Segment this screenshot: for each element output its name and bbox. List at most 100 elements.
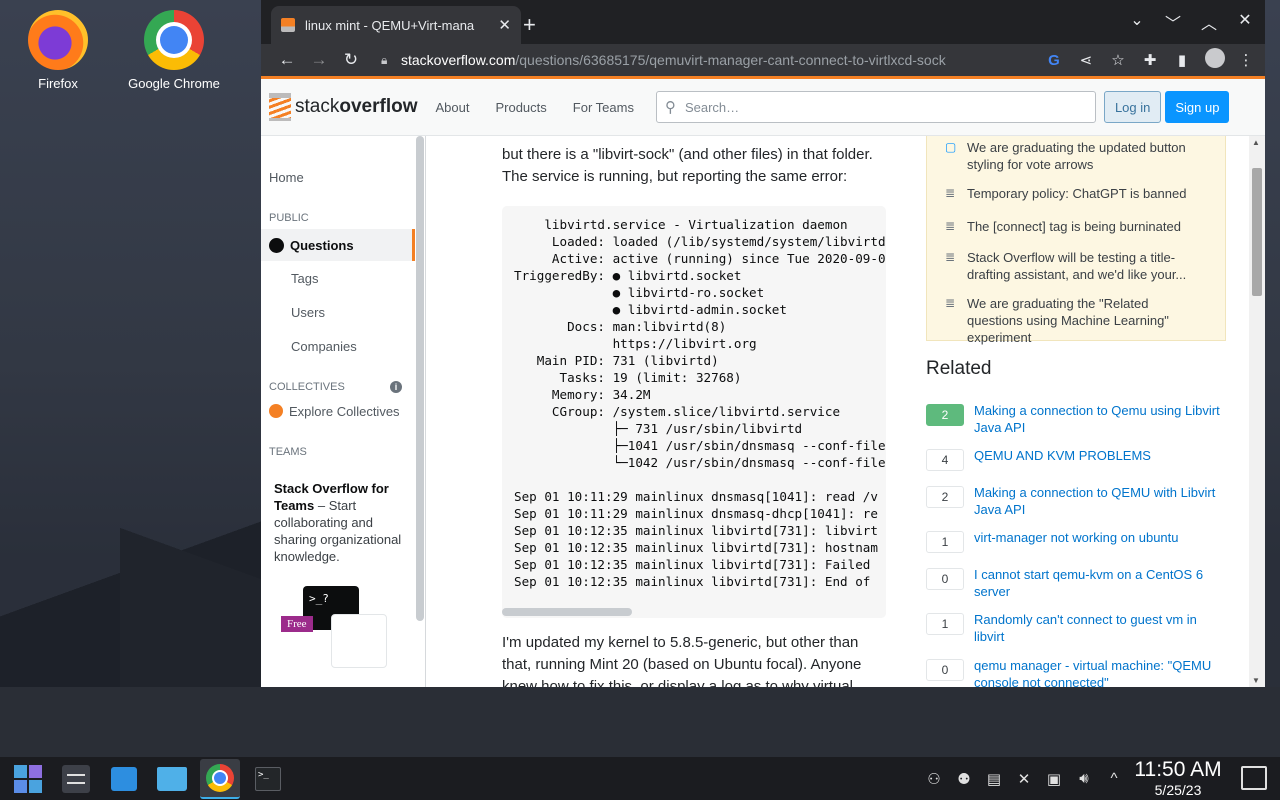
start-menu-button[interactable] [8,759,48,799]
so-nav: About Products For Teams [435,100,633,115]
url-path: /questions/63685175/qemuvirt-manager-can… [515,52,946,68]
so-logo[interactable]: stack overflow [269,93,417,121]
tab-search-icon[interactable]: ⌄ [1129,10,1145,34]
blog-item[interactable]: ≣ Temporary policy: ChatGPT is banned [945,185,1207,202]
nav-about[interactable]: About [435,100,469,115]
chrome-icon [206,763,234,792]
tray-expand-icon[interactable]: ^ [1105,770,1123,787]
related-link[interactable]: Randomly can't connect to guest vm in li… [974,611,1226,645]
info-icon[interactable]: i [390,381,402,393]
related-link[interactable]: virt-manager not working on ubuntu [974,529,1226,553]
browser-toolbar: ← → ↻ 🔒︎ stackoverflow.com /questions/63… [261,44,1265,76]
desktop-firefox[interactable]: Firefox [8,10,108,91]
reload-icon[interactable]: ↻ [335,50,367,70]
user-switch-icon[interactable]: ⚉ [955,770,973,788]
extensions-icon[interactable]: ✚ [1141,51,1159,69]
signup-button[interactable]: Sign up [1165,91,1230,123]
close-window-icon[interactable]: ✕ [1237,10,1253,34]
back-icon[interactable]: ← [271,50,303,70]
network-icon[interactable]: ▣ [1045,770,1063,788]
blog-item[interactable]: ▢ We are graduating the updated button st… [945,139,1207,173]
page-scrollbar[interactable]: ▲ ▼ [1249,136,1265,687]
blog-item-text: The [connect] tag is being burninated [967,219,1181,234]
blog-item[interactable]: ≣ Stack Overflow will be testing a title-… [945,249,1207,283]
taskbar-files[interactable] [152,759,192,799]
clipboard-icon[interactable]: ▤ [985,770,1003,788]
forward-icon[interactable]: → [303,50,335,70]
search-input[interactable]: ⚲ Search… [655,91,1096,123]
address-bar[interactable]: 🔒︎ stackoverflow.com /questions/63685175… [381,46,1031,74]
profile-avatar-icon[interactable] [1205,48,1225,72]
taskbar: >_ ⚇ ⚉ ▤ ✕ ▣ 🔊︎ ^ 11:50 AM 5/25/23 [0,757,1280,800]
answer-count-badge: 0 [926,568,964,590]
teams-promo: Stack Overflow for Teams – Start collabo… [274,480,409,565]
login-button[interactable]: Log in [1103,91,1162,123]
desktop-wallpaper-base [0,687,1280,757]
scroll-down-icon[interactable]: ▼ [1252,676,1260,685]
maximize-icon[interactable]: ︿ [1201,10,1217,34]
clock-time: 11:50 AM [1134,758,1222,781]
blog-item[interactable]: ≣ The [connect] tag is being burninated [945,218,1207,235]
stack-logo-icon: ≣ [945,219,956,233]
desktop-chrome[interactable]: Google Chrome [124,10,224,91]
so-header: stack overflow About Products For Teams ⚲… [261,76,1265,136]
tab-title: linux mint - QEMU+Virt-mana [305,17,475,33]
url-host: stackoverflow.com [401,52,516,68]
nav-products[interactable]: Products [495,100,546,115]
taskbar-terminal[interactable]: >_ [248,759,288,799]
show-desktop-button[interactable] [1241,766,1267,790]
volume-icon[interactable]: 🔊︎ [1075,770,1093,787]
sidebar-item-users[interactable]: Users [291,305,325,320]
google-lens-icon[interactable]: G [1045,52,1063,69]
share-icon[interactable]: ⋖ [1077,51,1095,69]
code-block: libvirtd.service - Virtualization daemon… [502,206,886,618]
new-tab-icon[interactable]: + [523,12,536,38]
related-heading: Related [926,358,992,379]
code-horizontal-scrollbar[interactable] [502,606,886,618]
free-badge[interactable]: Free [281,616,313,632]
kebab-menu-icon[interactable]: ⋮ [1237,51,1255,69]
settings-sliders-icon [62,764,90,793]
teams-illustration: >_? Free [281,584,391,674]
stack-logo-icon: ≣ [945,186,956,200]
checklist-illustration-icon [331,614,387,668]
sidebar-scrollbar[interactable] [416,136,424,621]
related-item: 2 Making a connection to Qemu using Libv… [926,402,1226,436]
sidebar-item-tags[interactable]: Tags [291,271,318,286]
volume-muted-icon[interactable]: ✕ [1015,770,1033,788]
taskbar-settings[interactable] [56,759,96,799]
stack-logo-icon: ≣ [945,296,956,310]
related-link[interactable]: qemu manager - virtual machine: "QEMU co… [974,657,1226,687]
taskbar-chrome[interactable] [200,758,240,799]
sidebar-section-teams: TEAMS [269,446,307,458]
related-item: 1 Randomly can't connect to guest vm in … [926,611,1226,645]
taskbar-clock[interactable]: 11:50 AM 5/25/23 [1126,757,1230,798]
browser-tab[interactable]: linux mint - QEMU+Virt-mana ✕ [271,6,521,44]
nav-for-teams[interactable]: For Teams [573,100,634,115]
search-placeholder: Search… [684,99,740,115]
sidebar-item-home[interactable]: Home [269,170,304,185]
close-tab-icon[interactable]: ✕ [498,16,511,34]
firefox-icon [28,10,88,70]
chrome-icon [144,10,204,70]
sidebar-item-explore-collectives[interactable]: Explore Collectives [269,404,400,419]
minimize-icon[interactable]: ﹀ [1165,10,1181,34]
sidebar-item-questions[interactable]: Questions [261,229,415,261]
taskbar-store[interactable] [104,759,144,799]
page-scrollbar-thumb[interactable] [1252,168,1262,296]
blog-item[interactable]: ≣ We are graduating the "Related question… [945,295,1207,346]
scroll-up-icon[interactable]: ▲ [1252,138,1260,147]
related-link[interactable]: QEMU AND KVM PROBLEMS [974,447,1226,471]
related-link[interactable]: Making a connection to Qemu using Libvir… [974,402,1226,436]
side-panel-icon[interactable]: ▮ [1173,51,1191,69]
clock-date: 5/25/23 [1154,782,1202,798]
user-icon[interactable]: ⚇ [925,770,943,788]
bookmark-star-icon[interactable]: ☆ [1109,51,1127,69]
desktop-chrome-label: Google Chrome [128,76,220,91]
folder-icon [157,766,187,791]
related-link[interactable]: Making a connection to QEMU with Libvirt… [974,484,1226,518]
related-link[interactable]: I cannot start qemu-kvm on a CentOS 6 se… [974,566,1226,600]
sidebar-item-companies[interactable]: Companies [291,339,357,354]
globe-icon [269,237,284,253]
left-sidebar: Home PUBLIC Questions Tags Users Compani… [261,136,426,687]
